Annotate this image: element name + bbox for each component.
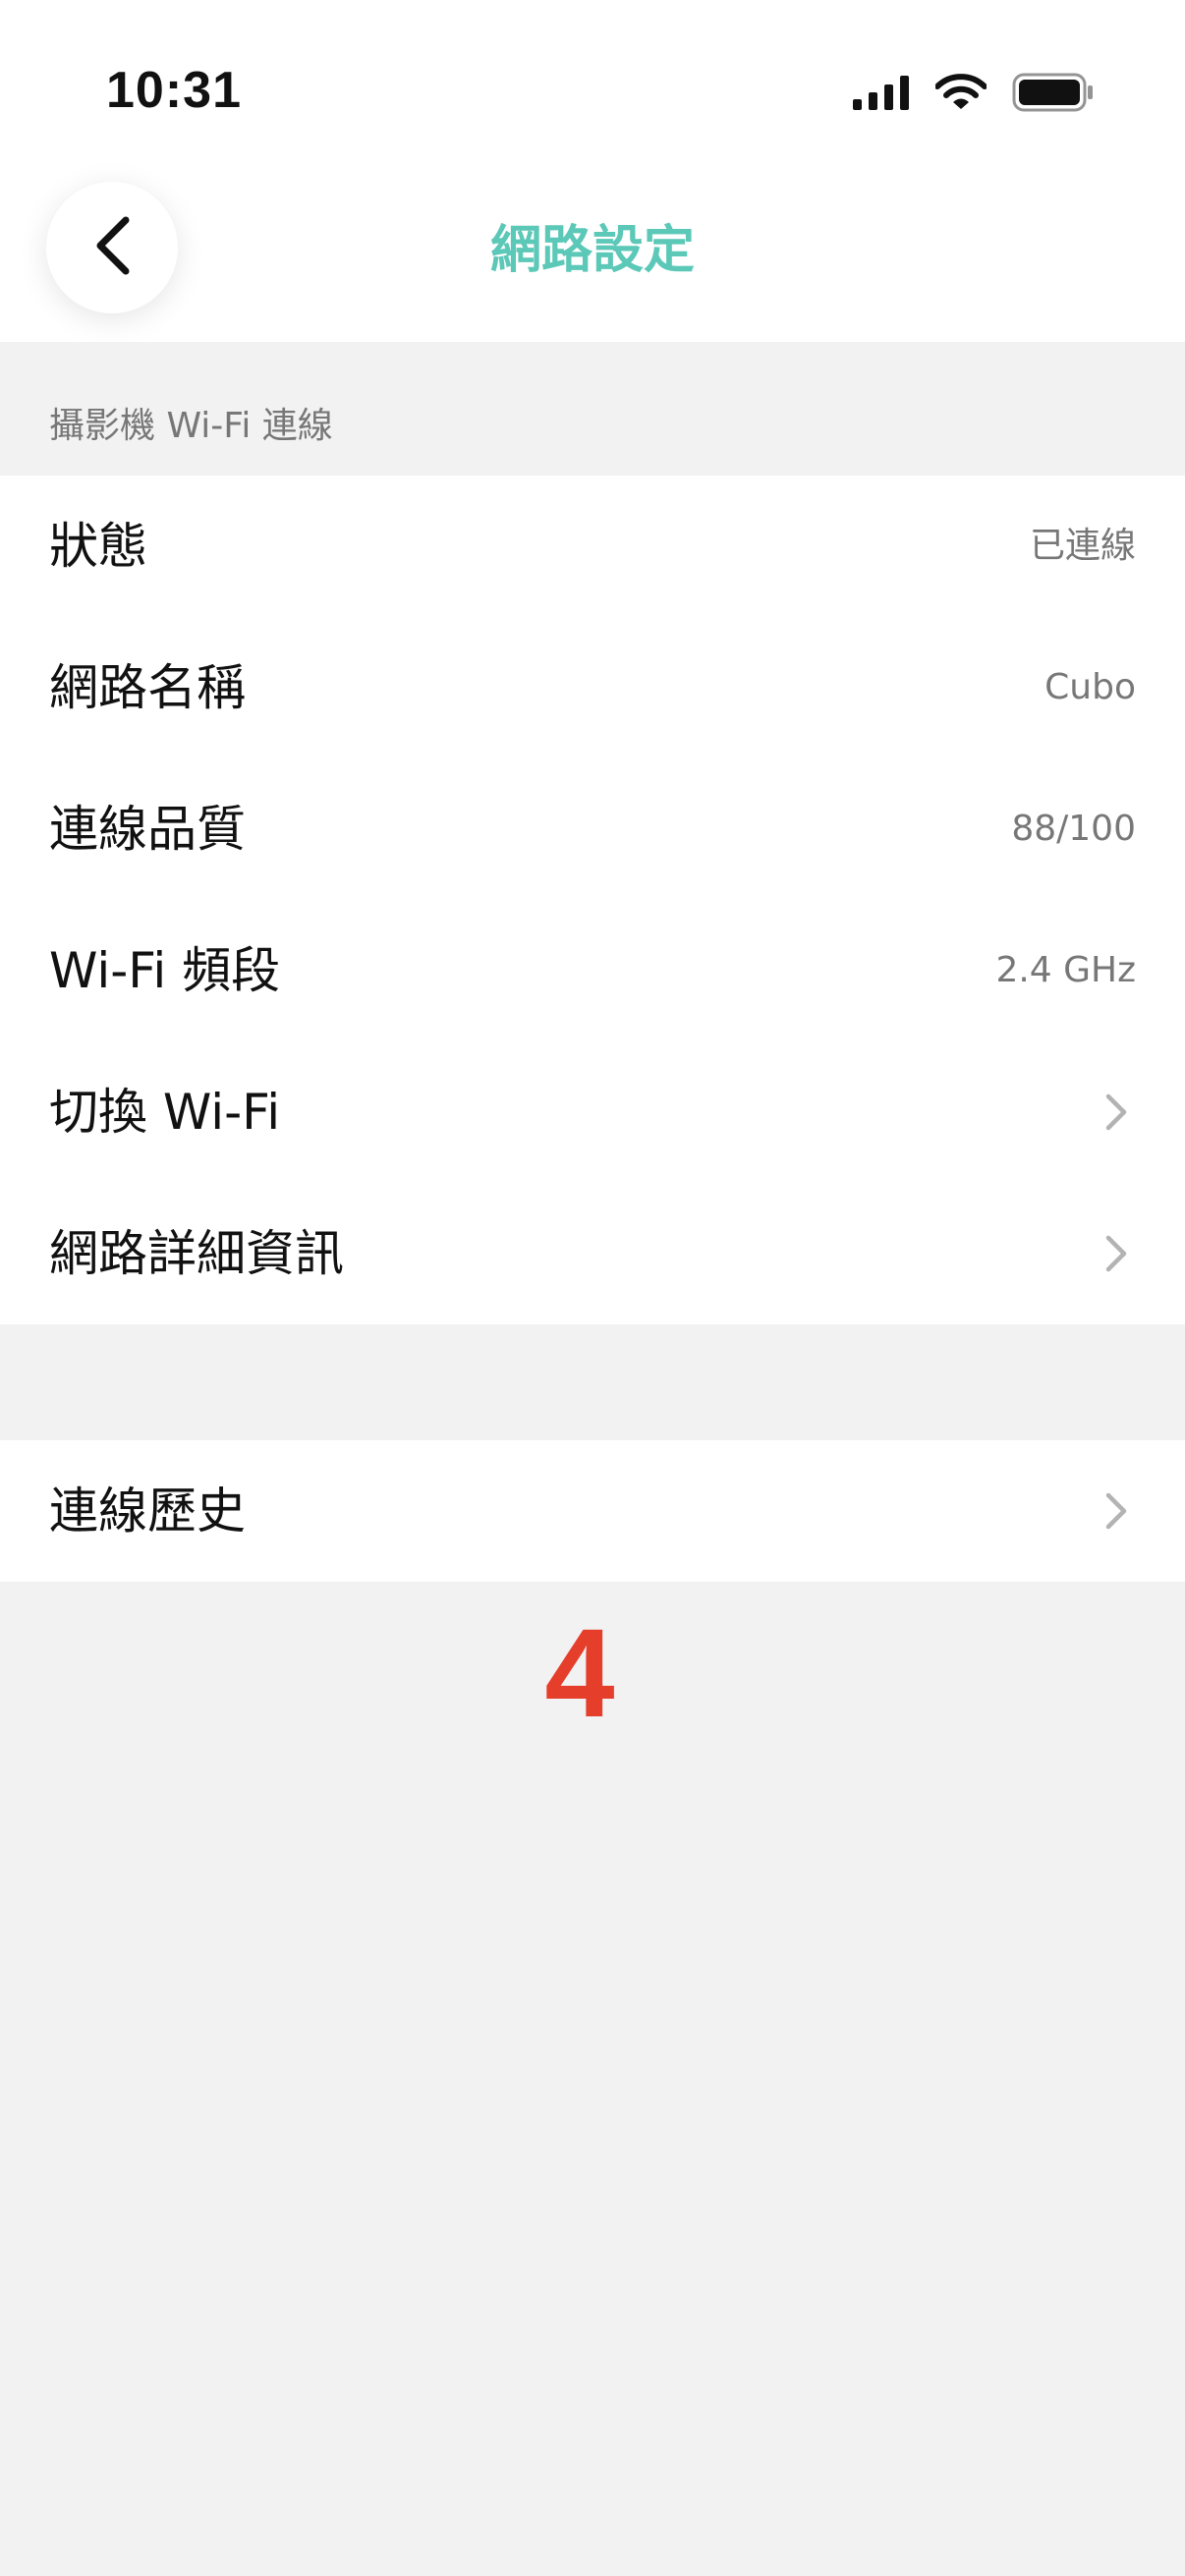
- connection-quality-row: 連線品質 88/100: [0, 758, 1185, 900]
- camera-wifi-connection-list: 狀態 已連線 網路名稱 Cubo 連線品質 88/100 Wi-Fi 頻段 2.…: [0, 476, 1185, 1324]
- status-row: 狀態 已連線: [0, 476, 1185, 617]
- network-details-row[interactable]: 網路詳細資訊: [0, 1183, 1185, 1324]
- row-label: 網路詳細資訊: [49, 1225, 344, 1282]
- row-label: 連線品質: [49, 801, 246, 858]
- wifi-band-row: Wi-Fi 頻段 2.4 GHz: [0, 900, 1185, 1041]
- network-settings-screen: 10:31 網路設定 攝影機 Wi-Fi 連線 狀態 已連線 網路名稱 Cubo…: [0, 0, 1185, 2576]
- status-bar: 10:31: [0, 0, 1185, 167]
- navigation-bar: 網路設定: [0, 167, 1185, 342]
- status-icons: [853, 65, 1095, 124]
- step-marker: 4: [544, 1603, 615, 1744]
- chevron-right-icon: [1097, 1491, 1136, 1531]
- status-value: 已連線: [1029, 526, 1136, 566]
- section-header: 攝影機 Wi-Fi 連線: [0, 342, 1185, 476]
- row-label: 狀態: [49, 518, 147, 575]
- wifi-icon: [934, 74, 988, 115]
- battery-icon: [1012, 73, 1095, 116]
- status-time: 10:31: [106, 62, 242, 119]
- row-label: 切換 Wi-Fi: [49, 1084, 281, 1141]
- network-name-value: Cubo: [1044, 667, 1136, 707]
- network-name-row: 網路名稱 Cubo: [0, 617, 1185, 758]
- row-label: 連線歷史: [49, 1483, 246, 1540]
- connection-history-list: 連線歷史: [0, 1440, 1185, 1582]
- connection-history-row[interactable]: 連線歷史: [0, 1440, 1185, 1582]
- section-header-label: 攝影機 Wi-Fi 連線: [49, 406, 333, 446]
- wifi-band-value: 2.4 GHz: [995, 950, 1136, 990]
- cellular-signal-icon: [853, 75, 910, 114]
- connection-quality-value: 88/100: [1011, 809, 1136, 849]
- row-label: Wi-Fi 頻段: [49, 942, 281, 999]
- page-title: 網路設定: [489, 221, 695, 280]
- row-label: 網路名稱: [49, 659, 246, 716]
- chevron-right-icon: [1097, 1092, 1136, 1132]
- chevron-right-icon: [1097, 1234, 1136, 1273]
- switch-wifi-row[interactable]: 切換 Wi-Fi: [0, 1041, 1185, 1183]
